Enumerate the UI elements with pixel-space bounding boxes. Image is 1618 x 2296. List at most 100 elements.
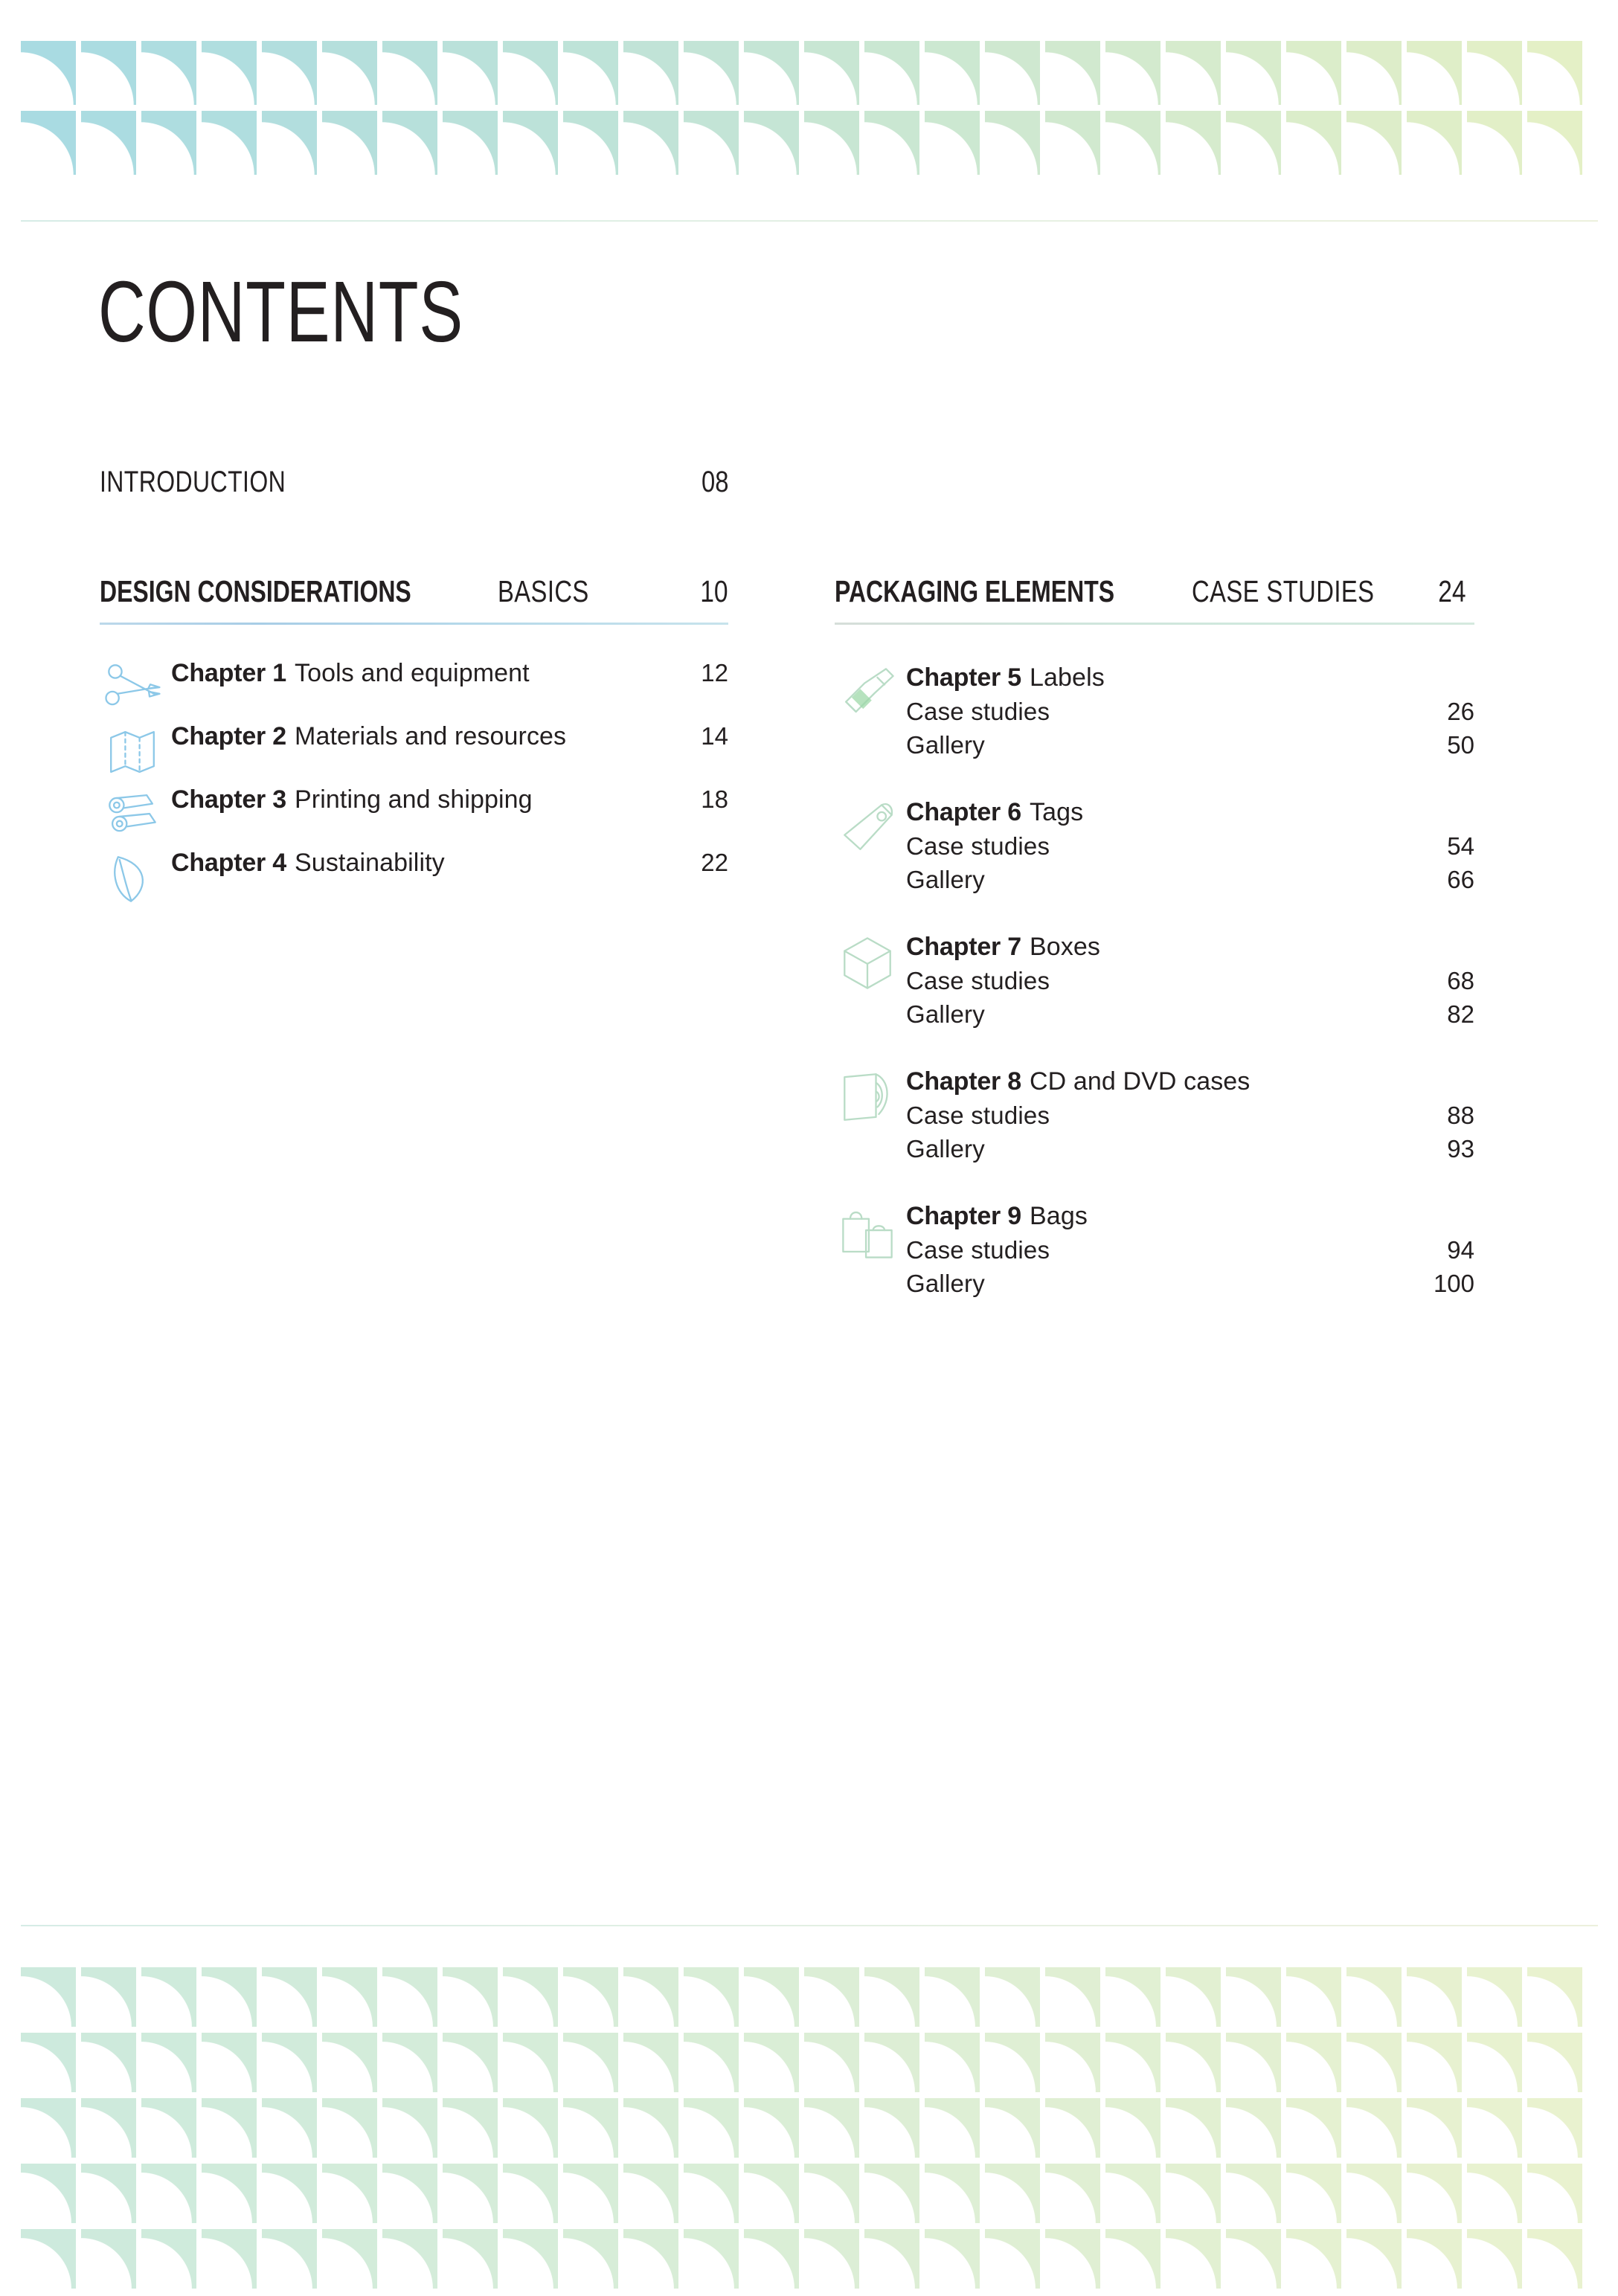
sail-shape	[1527, 111, 1582, 175]
sail-tile	[684, 2164, 739, 2223]
sail-shape	[503, 2033, 558, 2092]
sail-shape	[322, 2098, 377, 2158]
sail-tile	[1346, 2033, 1402, 2092]
section-title-light: BASICS	[497, 574, 589, 608]
sail-tile	[925, 2164, 980, 2223]
sail-tile	[744, 2033, 799, 2092]
sail-shape	[503, 111, 558, 175]
sail-shape	[1105, 41, 1160, 105]
sail-tile	[804, 2033, 859, 2092]
chapter-name: Materials and resources	[295, 722, 567, 750]
sail-tile	[925, 2229, 980, 2289]
sail-tile	[322, 41, 377, 105]
sail-tile	[443, 111, 498, 175]
sail-shape	[1226, 2164, 1281, 2223]
chapter-entry-6[interactable]: Chapter 6 Tags Case studies 54 Gallery 6…	[835, 798, 1474, 894]
sail-shape	[1045, 2033, 1100, 2092]
chapter-name: Boxes	[1030, 933, 1101, 961]
subentry-gallery[interactable]: Gallery 50	[906, 731, 1474, 759]
sail-tile	[262, 41, 317, 105]
subentry-case-studies[interactable]: Case studies 68	[906, 967, 1474, 995]
subentry-page-number: 66	[1447, 866, 1474, 893]
sail-shape	[1105, 1967, 1160, 2027]
section-header-design-considerations[interactable]: DESIGN CONSIDERATIONS BASICS 10	[100, 574, 728, 609]
sail-tile	[1045, 111, 1100, 175]
chapter-name: Printing and shipping	[295, 785, 533, 814]
sail-shape	[744, 2229, 799, 2289]
sail-tile	[322, 111, 377, 175]
sail-shape	[141, 2229, 196, 2289]
sail-shape	[1527, 1967, 1582, 2027]
subentry-case-studies[interactable]: Case studies 94	[906, 1236, 1474, 1264]
subentry-case-studies[interactable]: Case studies 26	[906, 698, 1474, 726]
sail-shape	[1346, 2098, 1402, 2158]
subentry-gallery[interactable]: Gallery 93	[906, 1135, 1474, 1163]
sail-shape	[1226, 2033, 1281, 2092]
sail-shape	[1226, 111, 1281, 175]
chapter-entry-8[interactable]: Chapter 8 CD and DVD cases Case studies …	[835, 1067, 1474, 1163]
section-header-packaging-elements[interactable]: PACKAGING ELEMENTS CASE STUDIES 24	[835, 574, 1474, 609]
subentry-case-studies[interactable]: Case studies 54	[906, 832, 1474, 861]
sail-tile	[1346, 1967, 1402, 2027]
chapter-entry-2[interactable]: Chapter 2 Materials and resources 14	[100, 722, 728, 774]
sail-tile	[1346, 2098, 1402, 2158]
subentry-gallery[interactable]: Gallery 100	[906, 1270, 1474, 1298]
sail-tile	[563, 41, 618, 105]
sail-tile	[1045, 2164, 1100, 2223]
chapter-entry-5[interactable]: Chapter 5 Labels Case studies 26 Gallery…	[835, 663, 1474, 759]
sail-shape	[21, 2098, 76, 2158]
chapter-entry-1[interactable]: Chapter 1 Tools and equipment 12	[100, 659, 728, 706]
chapter-number: Chapter 7	[906, 933, 1022, 961]
chapter-entry-3[interactable]: Chapter 3 Printing and shipping 18	[100, 785, 728, 832]
sail-shape	[1105, 2229, 1160, 2289]
sail-shape	[382, 2164, 437, 2223]
sail-shape	[1467, 2229, 1522, 2289]
sail-shape	[985, 2164, 1040, 2223]
sail-shape	[1166, 1967, 1221, 2027]
sail-tile	[443, 2164, 498, 2223]
sail-tile	[81, 111, 136, 175]
sail-shape	[1346, 111, 1402, 175]
sail-tile	[804, 2098, 859, 2158]
sail-tile	[744, 2229, 799, 2289]
sail-tile	[503, 2033, 558, 2092]
sail-tile	[21, 1967, 76, 2027]
sail-shape	[322, 1967, 377, 2027]
sail-tile	[382, 2229, 437, 2289]
subentry-case-studies[interactable]: Case studies 88	[906, 1102, 1474, 1130]
sail-shape	[563, 2033, 618, 2092]
sail-tile	[804, 1967, 859, 2027]
sail-tile	[141, 2229, 196, 2289]
section-title-bold: PACKAGING ELEMENTS	[835, 574, 1115, 608]
sail-tile	[322, 2164, 377, 2223]
chapter-page-number: 12	[701, 659, 728, 686]
sail-tile	[262, 2098, 317, 2158]
chapter-entry-4[interactable]: Chapter 4 Sustainability 22	[100, 849, 728, 902]
chapter-entry-7[interactable]: Chapter 7 Boxes Case studies 68 Gallery …	[835, 933, 1474, 1029]
sail-shape	[1045, 111, 1100, 175]
sail-shape	[262, 2229, 317, 2289]
toc-entry-introduction[interactable]: INTRODUCTION 08	[100, 466, 728, 499]
sail-shape	[443, 2033, 498, 2092]
sail-tile	[684, 2229, 739, 2289]
sail-shape	[1226, 2098, 1281, 2158]
sail-tile	[864, 2164, 919, 2223]
paper-rolls-icon	[97, 779, 168, 851]
sail-tile	[1286, 2098, 1341, 2158]
sail-tile	[925, 2098, 980, 2158]
subentry-gallery[interactable]: Gallery 66	[906, 866, 1474, 894]
sail-tile	[563, 111, 618, 175]
sail-tile	[202, 111, 257, 175]
sail-tile	[1286, 2164, 1341, 2223]
sail-shape	[864, 2164, 919, 2223]
sail-tile	[1527, 41, 1582, 105]
sail-tile	[1045, 2229, 1100, 2289]
sail-tile	[563, 2164, 618, 2223]
sail-tile	[202, 2033, 257, 2092]
price-tag-icon	[832, 792, 903, 864]
subentry-gallery[interactable]: Gallery 82	[906, 1000, 1474, 1029]
chapter-number: Chapter 6	[906, 798, 1022, 826]
sail-tile	[1407, 111, 1462, 175]
sail-tile	[1286, 41, 1341, 105]
chapter-entry-9[interactable]: Chapter 9 Bags Case studies 94 Gallery 1…	[835, 1202, 1474, 1298]
